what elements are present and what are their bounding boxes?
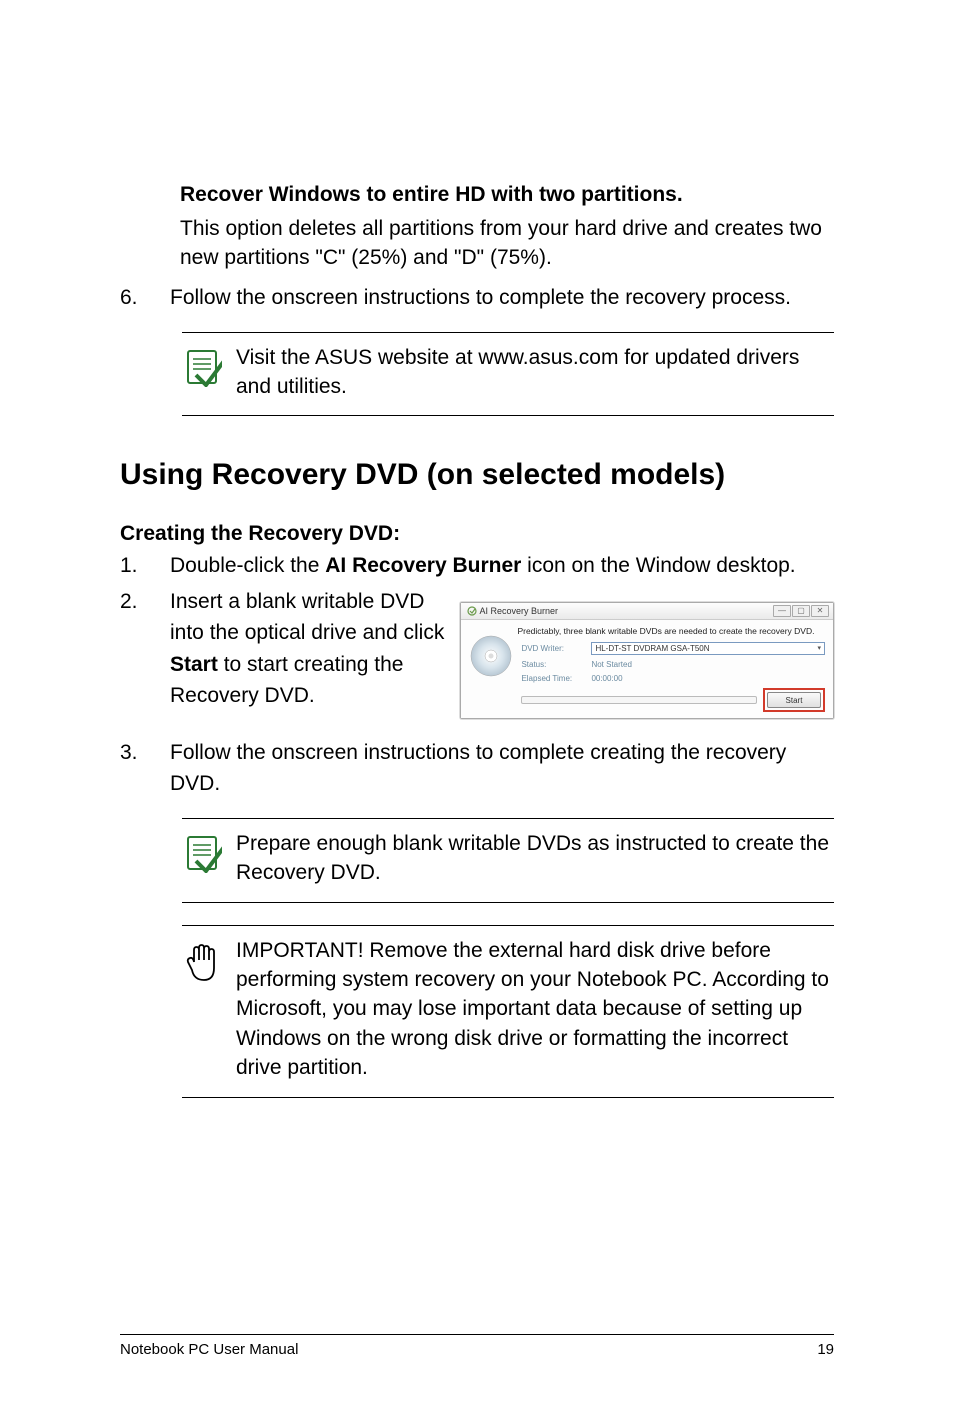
step-1-post: icon on the Window desktop. [521, 554, 795, 577]
step-1-pre: Double-click the [170, 554, 325, 577]
step-3-num: 3. [120, 737, 170, 800]
note-icon [182, 343, 236, 402]
dvd-writer-select[interactable]: HL-DT-ST DVDRAM GSA-T50N ▾ [591, 642, 825, 655]
step-1-bold: AI Recovery Burner [325, 554, 521, 577]
start-button-highlight: Start [763, 688, 825, 712]
ai-body: Predictably, three blank writable DVDs a… [461, 620, 833, 718]
start-button[interactable]: Start [767, 692, 821, 708]
step-6-text: Follow the onscreen instructions to comp… [170, 282, 834, 314]
page-number: 19 [817, 1341, 834, 1358]
note-box-website: Visit the ASUS website at www.asus.com f… [182, 332, 834, 417]
page-footer: Notebook PC User Manual 19 [120, 1334, 834, 1358]
note-important-text: IMPORTANT! Remove the external hard disk… [236, 936, 834, 1083]
step-6: 6. Follow the onscreen instructions to c… [120, 282, 834, 314]
section-heading: Using Recovery DVD (on selected models) [120, 458, 834, 492]
step-2-num: 2. [120, 586, 170, 719]
step-1-num: 1. [120, 550, 170, 582]
step-6-num: 6. [120, 282, 170, 314]
status-value: Not Started [591, 660, 631, 669]
ai-recovery-window: AI Recovery Burner — ▢ ✕ [460, 602, 834, 719]
window-buttons: — ▢ ✕ [773, 605, 829, 617]
elapsed-row: Elapsed Time: 00:00:00 [521, 674, 825, 683]
step-2-text: Insert a blank writable DVD into the opt… [170, 586, 448, 719]
status-label: Status: [521, 660, 591, 669]
step-1-text: Double-click the AI Recovery Burner icon… [170, 550, 834, 582]
elapsed-value: 00:00:00 [591, 674, 622, 683]
note-box-important: IMPORTANT! Remove the external hard disk… [182, 925, 834, 1098]
clipboard-check-icon [182, 833, 222, 873]
step-2-bold: Start [170, 653, 218, 676]
step-1: 1. Double-click the AI Recovery Burner i… [120, 550, 834, 582]
ai-fields: Predictably, three blank writable DVDs a… [521, 626, 825, 712]
minimize-icon[interactable]: — [773, 605, 791, 617]
hand-stop-icon [182, 940, 222, 984]
option-header: Recover Windows to entire HD with two pa… [180, 180, 834, 209]
disc-icon [469, 626, 513, 686]
page-content: Recover Windows to entire HD with two pa… [120, 180, 834, 1098]
status-row: Status: Not Started [521, 660, 825, 669]
progress-bar [521, 696, 757, 704]
step-2: 2. Insert a blank writable DVD into the … [120, 586, 448, 719]
step-3: 3. Follow the onscreen instructions to c… [120, 737, 834, 800]
step-3-text: Follow the onscreen instructions to comp… [170, 737, 834, 800]
progress-row: Start [521, 688, 825, 712]
ai-description: Predictably, three blank writable DVDs a… [517, 626, 825, 636]
ai-title-left: AI Recovery Burner [467, 606, 558, 617]
option-body: This option deletes all partitions from … [180, 215, 834, 272]
note-icon [182, 829, 236, 888]
note-website-text: Visit the ASUS website at www.asus.com f… [236, 343, 834, 402]
note-box-dvds: Prepare enough blank writable DVDs as in… [182, 818, 834, 903]
ai-app-icon [467, 606, 477, 616]
ai-titlebar: AI Recovery Burner — ▢ ✕ [461, 603, 833, 620]
step-2-pre: Insert a blank writable DVD into the opt… [170, 590, 444, 645]
step-2-row: 2. Insert a blank writable DVD into the … [120, 586, 834, 719]
dropdown-icon: ▾ [817, 643, 821, 654]
clipboard-check-icon [182, 347, 222, 387]
ai-recovery-screenshot: AI Recovery Burner — ▢ ✕ [460, 602, 834, 719]
elapsed-label: Elapsed Time: [521, 674, 591, 683]
note-dvds-text: Prepare enough blank writable DVDs as in… [236, 829, 834, 888]
option-block: Recover Windows to entire HD with two pa… [120, 180, 834, 272]
maximize-icon[interactable]: ▢ [792, 605, 810, 617]
dvd-writer-value: HL-DT-ST DVDRAM GSA-T50N [595, 643, 709, 654]
sub-heading: Creating the Recovery DVD: [120, 522, 834, 546]
note-icon [182, 936, 236, 1083]
close-icon[interactable]: ✕ [811, 605, 829, 617]
dvd-writer-row: DVD Writer: HL-DT-ST DVDRAM GSA-T50N ▾ [521, 642, 825, 655]
dvd-writer-label: DVD Writer: [521, 644, 591, 653]
ai-title-text: AI Recovery Burner [479, 606, 558, 616]
footer-left: Notebook PC User Manual [120, 1341, 298, 1358]
